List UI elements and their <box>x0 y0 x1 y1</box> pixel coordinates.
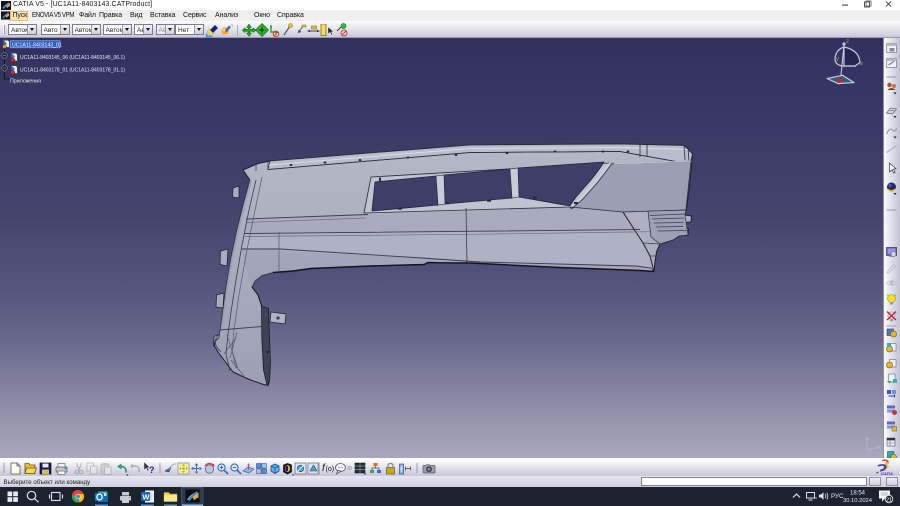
svg-text:z: z <box>845 39 849 45</box>
svg-text:x: x <box>859 62 864 68</box>
svg-text:30.10.2024: 30.10.2024 <box>843 498 873 504</box>
svg-text:UC1A11-8403143_01: UC1A11-8403143_01 <box>12 42 62 48</box>
svg-text:?: ? <box>149 465 155 475</box>
svg-text:y: y <box>835 57 840 63</box>
svg-text:UC1A11-8403145_06 (UC1A11-8403: UC1A11-8403145_06 (UC1A11-8403145_06.1) <box>20 55 125 61</box>
svg-text:W: W <box>142 492 150 501</box>
svg-text:Приложения: Приложения <box>10 78 41 84</box>
svg-text:UC1A11-8403178_01 (UC1A11-8403: UC1A11-8403178_01 (UC1A11-8403178_01.1) <box>20 68 125 74</box>
svg-text:18:54: 18:54 <box>850 491 866 497</box>
svg-text:(o): (o) <box>326 466 335 473</box>
svg-text:21: 21 <box>886 498 892 504</box>
